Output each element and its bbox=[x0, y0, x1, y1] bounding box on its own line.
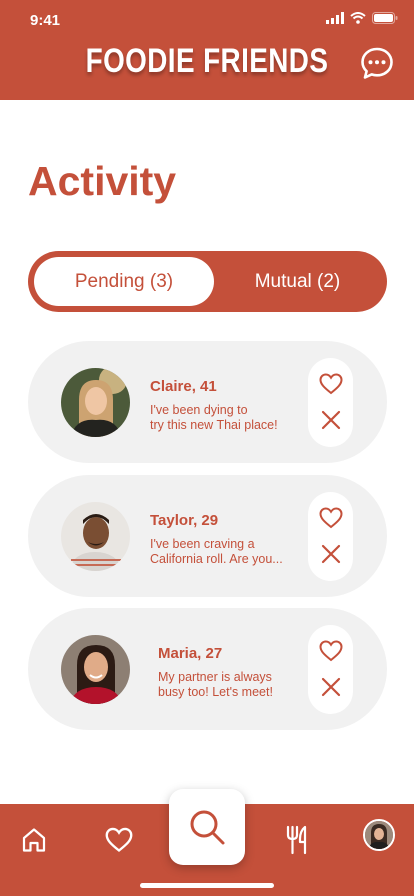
close-icon bbox=[321, 544, 340, 564]
nav-profile-avatar[interactable] bbox=[363, 819, 395, 851]
heart-icon bbox=[318, 507, 343, 529]
request-actions bbox=[308, 358, 353, 447]
tab-mutual[interactable]: Mutual (2) bbox=[214, 257, 381, 306]
decline-button[interactable] bbox=[308, 400, 353, 440]
request-card[interactable]: Maria, 27 My partner is always busy too!… bbox=[28, 608, 387, 730]
nav-restaurants[interactable] bbox=[275, 818, 319, 862]
request-name: Taylor, 29 bbox=[150, 512, 219, 529]
signal-icon bbox=[326, 12, 344, 24]
avatar bbox=[61, 368, 130, 437]
home-indicator bbox=[140, 883, 274, 888]
like-button[interactable] bbox=[308, 631, 353, 671]
nav-search[interactable] bbox=[169, 789, 245, 865]
avatar bbox=[61, 635, 130, 704]
page-title: Activity bbox=[28, 158, 177, 204]
decline-button[interactable] bbox=[308, 534, 353, 574]
tab-pending[interactable]: Pending (3) bbox=[34, 257, 214, 306]
search-icon bbox=[190, 810, 225, 845]
app-header: 9:41 FOODIE FRIENDS bbox=[0, 0, 414, 100]
request-name: Claire, 41 bbox=[150, 378, 217, 395]
status-time: 9:41 bbox=[30, 12, 61, 29]
battery-icon bbox=[372, 12, 398, 24]
request-card[interactable]: Taylor, 29 I've been craving a Californi… bbox=[28, 475, 387, 597]
like-button[interactable] bbox=[308, 364, 353, 404]
chat-button[interactable] bbox=[360, 46, 394, 80]
nav-home[interactable] bbox=[12, 818, 56, 862]
request-actions bbox=[308, 625, 353, 714]
request-message: My partner is always busy too! Let's mee… bbox=[158, 670, 273, 699]
request-name: Maria, 27 bbox=[158, 645, 223, 662]
close-icon bbox=[321, 677, 340, 697]
nav-likes[interactable] bbox=[97, 818, 141, 862]
heart-icon bbox=[318, 640, 343, 662]
request-message: I've been craving a California roll. Are… bbox=[150, 537, 283, 566]
request-message: I've been dying to try this new Thai pla… bbox=[150, 403, 278, 432]
app-title: FOODIE FRIENDS bbox=[85, 42, 329, 80]
decline-button[interactable] bbox=[308, 667, 353, 707]
status-icons bbox=[326, 12, 398, 24]
avatar bbox=[365, 821, 393, 849]
avatar bbox=[61, 502, 130, 571]
close-icon bbox=[321, 410, 340, 430]
home-icon bbox=[22, 828, 46, 852]
wifi-icon bbox=[350, 12, 366, 24]
segmented-control: Pending (3) Mutual (2) bbox=[28, 251, 387, 312]
fork-knife-icon bbox=[286, 825, 307, 855]
heart-icon bbox=[318, 373, 343, 395]
chat-bubble-icon bbox=[361, 47, 393, 79]
heart-icon bbox=[105, 827, 133, 852]
like-button[interactable] bbox=[308, 498, 353, 538]
request-actions bbox=[308, 492, 353, 581]
request-card[interactable]: Claire, 41 I've been dying to try this n… bbox=[28, 341, 387, 463]
